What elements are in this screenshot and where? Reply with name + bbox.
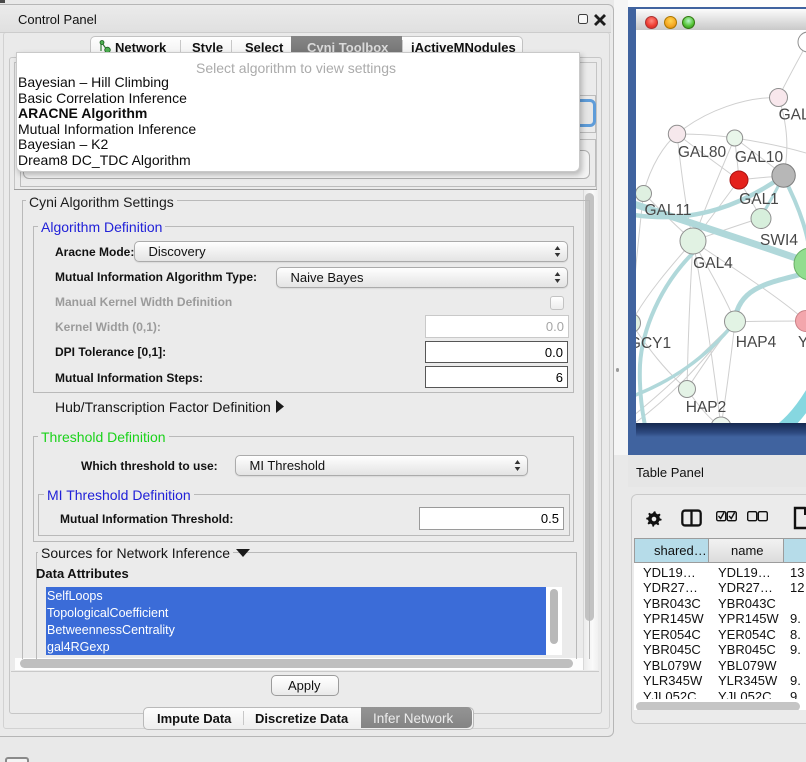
- svg-text:HAP2: HAP2: [686, 399, 727, 416]
- svg-text:GAL1: GAL1: [739, 191, 779, 208]
- svg-text:SWI4: SWI4: [760, 232, 798, 249]
- svg-text:GAL8: GAL8: [779, 107, 806, 124]
- svg-text:Y: Y: [798, 334, 806, 351]
- svg-text:GCY1: GCY1: [636, 335, 671, 352]
- svg-text:HAP4: HAP4: [736, 334, 777, 351]
- svg-text:GAL4: GAL4: [693, 255, 733, 272]
- svg-text:GAL11: GAL11: [644, 202, 691, 219]
- svg-text:GAL10: GAL10: [735, 149, 784, 166]
- svg-text:GAL80: GAL80: [678, 144, 727, 161]
